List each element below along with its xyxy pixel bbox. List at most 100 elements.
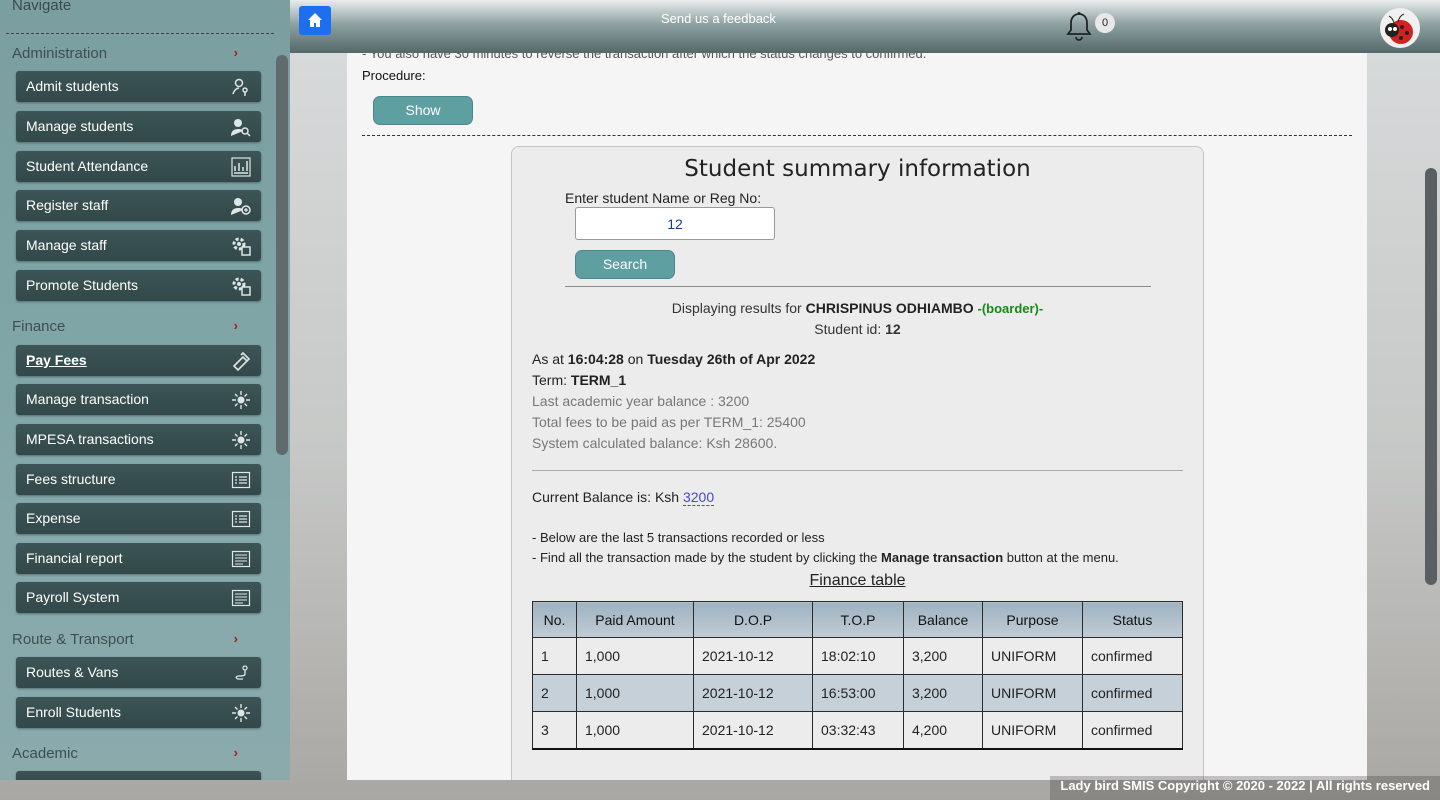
table-cell: 2 bbox=[532, 674, 577, 712]
top-bar: Send us a feedback 0 bbox=[290, 0, 1440, 53]
reverse-note: - You also have 30 minutes to reverse th… bbox=[362, 53, 927, 61]
bell-icon[interactable] bbox=[1066, 11, 1092, 48]
route-icon bbox=[231, 663, 251, 683]
table-cell: 3,200 bbox=[903, 674, 983, 712]
as-at-label: As at bbox=[532, 351, 564, 367]
sidebar-item-mpesa-transactions[interactable]: MPESA transactions bbox=[16, 424, 261, 455]
sidebar-item-financial-report[interactable]: Financial report bbox=[16, 543, 261, 574]
chevron-right-icon: › bbox=[233, 631, 238, 646]
student-search-input[interactable] bbox=[575, 207, 775, 240]
term-value: TERM_1 bbox=[570, 372, 627, 388]
boarder-tag: -(boarder)- bbox=[977, 301, 1044, 316]
sidebar-item-admit-students[interactable]: Admit students bbox=[16, 71, 261, 102]
sidebar-item-label: Routes & Vans bbox=[26, 664, 119, 680]
column-header: T.O.P bbox=[812, 601, 904, 638]
list-table-icon bbox=[231, 509, 251, 529]
column-header: Balance bbox=[903, 601, 983, 638]
sidebar-item-routes-vans[interactable]: Routes & Vans bbox=[16, 657, 261, 688]
report-icon bbox=[231, 549, 251, 569]
sidebar-item-enroll-students[interactable]: Enroll Students bbox=[16, 697, 261, 728]
section-route-transport[interactable]: Route & Transport › bbox=[12, 631, 244, 648]
sidebar-item-manage-students[interactable]: Manage students bbox=[16, 111, 261, 142]
table-cell: 4,200 bbox=[903, 711, 983, 750]
sidebar-item-manage-transaction[interactable]: Manage transaction bbox=[16, 384, 261, 415]
sidebar-item-fees-structure[interactable]: Fees structure bbox=[16, 464, 261, 495]
info-divider bbox=[532, 470, 1183, 471]
page-scrollbar[interactable] bbox=[1425, 168, 1437, 585]
current-balance-label: Current Balance is: Ksh bbox=[532, 489, 680, 505]
table-cell: 1,000 bbox=[576, 711, 694, 750]
sidebar-item-pay-fees[interactable]: Pay Fees bbox=[16, 345, 261, 376]
gear-doc-icon bbox=[231, 276, 251, 296]
timestamp-line: As at 16:04:28 on Tuesday 26th of Apr 20… bbox=[532, 351, 815, 367]
sidebar: Navigate Administration › Admit students… bbox=[0, 0, 290, 780]
sidebar-item-label: Financial report bbox=[26, 550, 123, 566]
sidebar-heading: Navigate bbox=[12, 0, 72, 14]
attendance-chart-icon bbox=[231, 157, 251, 177]
user-add-icon bbox=[231, 196, 251, 216]
chevron-right-icon: › bbox=[233, 318, 238, 333]
current-balance-value[interactable]: 3200 bbox=[682, 489, 715, 506]
section-divider bbox=[362, 135, 1352, 136]
sidebar-item-label: Manage students bbox=[26, 118, 134, 134]
section-academic[interactable]: Academic › bbox=[12, 745, 244, 762]
sidebar-item-expense[interactable]: Expense bbox=[16, 503, 261, 534]
sidebar-item-label: Pay Fees bbox=[26, 352, 87, 368]
system-balance-value: 28600. bbox=[734, 435, 778, 451]
home-button[interactable] bbox=[299, 6, 331, 35]
student-name: CHRISPINUS ODHIAMBO bbox=[805, 300, 974, 316]
table-cell: 2021-10-12 bbox=[693, 637, 813, 675]
finance-table-title: Finance table bbox=[809, 572, 906, 589]
student-summary-card: Student summary information Enter studen… bbox=[511, 146, 1204, 780]
system-balance-label: System calculated balance: Ksh bbox=[532, 435, 731, 451]
sparkle-icon bbox=[231, 703, 251, 723]
feedback-link[interactable]: Send us a feedback bbox=[661, 11, 776, 26]
footer-copyright: Lady bird SMIS Copyright © 2020 - 2022 |… bbox=[1050, 776, 1440, 800]
last-year-balance: Last academic year balance : 3200 bbox=[532, 393, 750, 409]
sidebar-item-label: Payroll System bbox=[26, 589, 120, 605]
section-title: Academic bbox=[12, 745, 78, 762]
search-button[interactable]: Search bbox=[575, 250, 675, 279]
sidebar-item-label: Enroll Students bbox=[26, 704, 121, 720]
transactions-note: - Below are the last 5 transactions reco… bbox=[532, 530, 825, 545]
home-icon bbox=[308, 13, 322, 27]
table-row: 1 1,000 2021-10-12 18:02:10 3,200 UNIFOR… bbox=[532, 637, 1183, 675]
sparkle-icon bbox=[231, 430, 251, 450]
section-finance[interactable]: Finance › bbox=[12, 318, 244, 335]
show-button[interactable]: Show bbox=[373, 96, 473, 125]
column-header: Paid Amount bbox=[576, 601, 694, 638]
notification-count-badge[interactable]: 0 bbox=[1095, 13, 1115, 33]
card-title: Student summary information bbox=[684, 156, 1031, 182]
table-cell: 03:32:43 bbox=[812, 711, 904, 750]
table-row: 3 1,000 2021-10-12 03:32:43 4,200 UNIFOR… bbox=[532, 711, 1183, 750]
table-cell: 16:53:00 bbox=[812, 674, 904, 712]
sidebar-item-register-staff[interactable]: Register staff bbox=[16, 190, 261, 221]
user-key-icon bbox=[231, 77, 251, 97]
date-value: Tuesday 26th of Apr 2022 bbox=[647, 351, 816, 367]
procedure-label: Procedure: bbox=[362, 68, 426, 83]
manage-transaction-note: - Find all the transaction made by the s… bbox=[532, 550, 1119, 565]
section-administration[interactable]: Administration › bbox=[12, 45, 244, 62]
avatar[interactable] bbox=[1380, 8, 1420, 48]
student-id-line: Student id: 12 bbox=[512, 321, 1203, 337]
user-search-icon bbox=[231, 117, 251, 137]
table-cell: UNIFORM bbox=[982, 637, 1083, 675]
column-header: Status bbox=[1082, 601, 1183, 638]
finance-table: No. Paid Amount D.O.P T.O.P Balance Purp… bbox=[532, 601, 1183, 750]
column-header: D.O.P bbox=[693, 601, 813, 638]
table-cell: 1,000 bbox=[576, 637, 694, 675]
table-cell: 3 bbox=[532, 711, 577, 750]
sidebar-item-promote-students[interactable]: Promote Students bbox=[16, 270, 261, 301]
sidebar-item-manage-staff[interactable]: Manage staff bbox=[16, 230, 261, 261]
sidebar-item-student-attendance[interactable]: Student Attendance bbox=[16, 151, 261, 182]
search-label: Enter student Name or Reg No: bbox=[565, 190, 762, 206]
table-cell: 18:02:10 bbox=[812, 637, 904, 675]
table-cell: UNIFORM bbox=[982, 711, 1083, 750]
note-suffix: button at the menu. bbox=[1006, 550, 1119, 565]
table-cell: 1,000 bbox=[576, 674, 694, 712]
section-title: Route & Transport bbox=[12, 631, 134, 648]
student-id-label: Student id: bbox=[814, 321, 882, 337]
sidebar-item-payroll-system[interactable]: Payroll System bbox=[16, 582, 261, 613]
sidebar-scrollbar[interactable] bbox=[276, 55, 288, 455]
sidebar-item-academic-partial[interactable] bbox=[16, 771, 261, 780]
